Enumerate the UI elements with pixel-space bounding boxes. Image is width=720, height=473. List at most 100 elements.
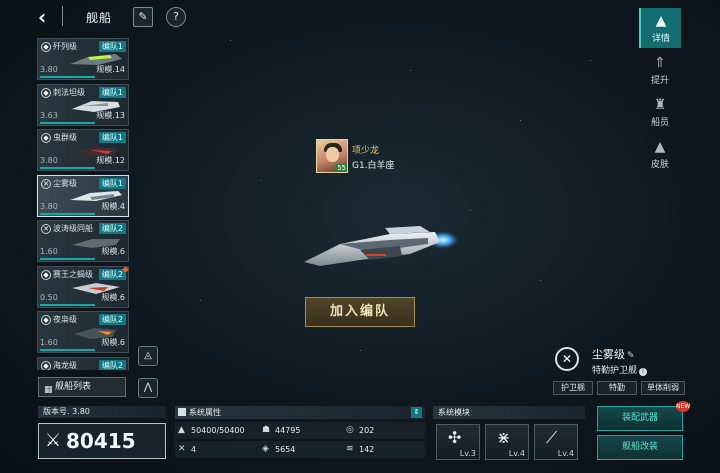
skin-icon: ▲ [654, 139, 666, 155]
satellite-module-icon: ⋇ [497, 428, 511, 447]
attr-value: 142 [359, 445, 375, 454]
collapse-icon[interactable]: ◬ [138, 346, 158, 366]
captain-level-badge: 55 [336, 164, 347, 172]
speed-icon: ✕ [178, 444, 186, 454]
right-tab-bar: ▲ 详情 ⇑ 提升 ♜ 船员 ▲ 皮肤 [639, 8, 681, 176]
radar-module-icon: ⟋ [546, 428, 558, 447]
attr-shield: ◎ 202 [343, 422, 425, 439]
ship-class-icon: ✕ [555, 347, 579, 371]
ship-title-text: 尘雾级 [592, 348, 625, 361]
ship-type: 特勤护卫舰 i [592, 363, 648, 376]
class-icon: ✕ [41, 224, 51, 234]
attr-fuel: ≋ 142 [343, 441, 425, 458]
attr-value: 5654 [275, 445, 296, 454]
module-level: Lv.3 [459, 449, 476, 458]
captain-card[interactable]: 55 项少龙 G1.白羊座 [316, 139, 416, 175]
module-level: Lv.4 [557, 449, 574, 458]
system-modules-panel: 系统模块 ✣ Lv.3 ⋇ Lv.4 ⟋ Lv.4 [433, 406, 585, 460]
tab-upgrade[interactable]: ⇑ 提升 [639, 50, 681, 90]
pencil-icon[interactable]: ✎ [133, 7, 153, 27]
upgrade-icon: ⇑ [654, 55, 666, 71]
attr-value: 50400/50400 [191, 426, 245, 435]
ship-level: 3.63 [40, 110, 58, 120]
grid-icon: ▦ [44, 385, 53, 395]
ship-scale: 规模.6 [101, 338, 125, 347]
attr-energy: ◈ 5654 [259, 441, 343, 458]
ship-level: 0.50 [40, 292, 58, 302]
join-fleet-button[interactable]: 加入编队 [305, 297, 415, 327]
avatar: 55 [316, 139, 348, 173]
attributes-grid: ▲ 50400/50400 ☗ 44795 ◎ 202 ✕ 4 ◈ 5654 ≋ 142 [175, 422, 425, 460]
crew-icon: ♜ [653, 97, 667, 113]
top-bar: ‹ 舰船 ✎ ? [0, 0, 200, 34]
ship-tag: 特勤 [597, 381, 637, 395]
ship-level: 1.60 [40, 338, 58, 347]
toggle-icon[interactable]: ⇕ [411, 407, 422, 418]
captain-name: 项少龙 [352, 146, 380, 156]
weapon-module-icon: ✣ [448, 428, 462, 447]
attr-value: 44795 [275, 426, 301, 435]
modify-ship-button[interactable]: 舰船改装 [597, 435, 683, 460]
group-tag: 编队2 [98, 359, 126, 370]
attr-armor: ☗ 44795 [259, 422, 343, 439]
back-arrow-icon[interactable]: ‹ [38, 6, 58, 28]
tab-details[interactable]: ▲ 详情 [639, 8, 681, 48]
tab-label: 皮肤 [650, 160, 669, 170]
equip-weapon-button[interactable]: 装配武器 [597, 406, 683, 431]
details-icon: ▲ [655, 13, 667, 29]
divider [62, 6, 63, 26]
filter-icon[interactable]: ⋀ [138, 378, 158, 398]
ship-level: 3.80 [40, 156, 58, 165]
alert-dot [123, 266, 128, 272]
progress-bar [40, 76, 95, 78]
rename-pencil-icon[interactable]: ✎ [627, 351, 635, 361]
progress-bar [40, 167, 95, 169]
ship-scale: 规模.4 [101, 201, 125, 211]
class-icon: ◆ [41, 42, 51, 52]
ship-scale: 规模.6 [101, 292, 125, 302]
attr-value: 4 [191, 445, 197, 454]
tab-label: 详情 [651, 34, 670, 44]
progress-bar [40, 212, 95, 215]
attributes-header: 系统属性 ⇕ [175, 406, 425, 419]
ship-card-5[interactable]: ◆ 赛王之蝎级 编队2 0.50 规模.6 [37, 265, 129, 308]
class-icon: ✕ [41, 178, 51, 189]
class-icon: ◆ [41, 87, 51, 98]
modules-header: 系统模块 [433, 406, 585, 419]
page-title: 舰船 [86, 11, 113, 25]
progress-bar [40, 349, 95, 351]
ship-card-6[interactable]: ◆ 夜枭级 编队2 1.60 规模.6 [37, 311, 129, 353]
fleet-list-button[interactable]: ▦ 舰船列表 [38, 377, 126, 397]
fuel-icon: ≋ [346, 444, 354, 454]
progress-bar [40, 121, 95, 124]
ship-card-3[interactable]: ✕ 尘雾级 编队1 3.80 规模.4 [37, 174, 129, 217]
ship-scale: 规模.14 [96, 65, 125, 74]
ship-card-7[interactable]: ◆ 海龙级 编队2 [37, 356, 129, 370]
fleet-list-label: 舰船列表 [55, 382, 92, 392]
tab-crew[interactable]: ♜ 船员 [639, 92, 681, 132]
ship-card-4[interactable]: ✕ 波涛级同船 编队2 1.60 规模.6 [37, 220, 129, 262]
ship-scale: 规模.12 [96, 156, 125, 165]
module-satellite[interactable]: ⋇ Lv.4 [485, 424, 529, 460]
tab-skin[interactable]: ▲ 皮肤 [639, 134, 681, 174]
module-weapon[interactable]: ✣ Lv.3 [436, 424, 480, 460]
ship-card-1[interactable]: ◆ 刺法坦级 编队1 3.63 规模.13 [37, 83, 129, 126]
power-value: 80415 [66, 429, 136, 453]
progress-bar [40, 303, 95, 306]
ship-scale: 规模.6 [101, 247, 125, 256]
attr-value: 202 [359, 426, 375, 435]
ship-card-0[interactable]: ◆ 歼列级 编队1 3.80 规模.14 [37, 38, 129, 80]
ship-card-2[interactable]: ◆ 虫群级 编队1 3.80 规模.12 [37, 129, 129, 171]
avatar-face [326, 147, 339, 162]
ship-list[interactable]: ◆ 歼列级 编队1 3.80 规模.14 ◆ 刺法坦级 编队1 3.63 规模.… [37, 38, 132, 370]
ship-name: 海龙级 [53, 360, 77, 370]
help-icon[interactable]: ? [166, 7, 186, 27]
tab-label: 船员 [650, 118, 669, 128]
progress-bar [40, 258, 95, 260]
class-icon: ◆ [41, 360, 51, 370]
module-radar[interactable]: ⟋ Lv.4 [534, 424, 578, 460]
info-icon[interactable]: i [639, 368, 648, 376]
new-badge: NEW [676, 401, 691, 412]
ship-level: 3.80 [40, 201, 58, 211]
attributes-title: 系统属性 [189, 408, 221, 417]
